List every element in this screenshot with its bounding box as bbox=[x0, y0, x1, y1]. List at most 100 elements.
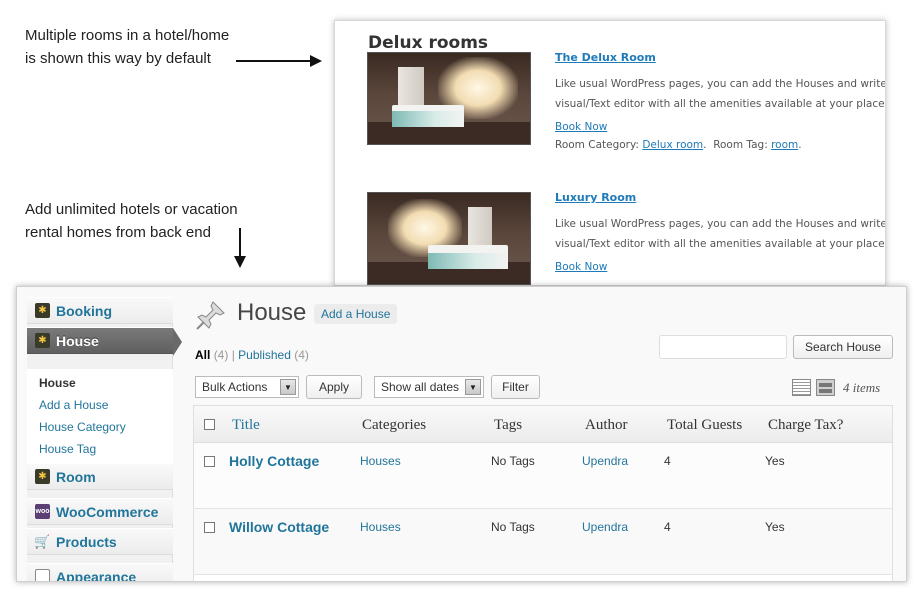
page-title: House bbox=[237, 299, 307, 326]
annotation-line: is shown this way by default bbox=[25, 50, 211, 67]
search-input[interactable] bbox=[659, 335, 787, 359]
sidebar-item-label: House bbox=[56, 332, 99, 349]
add-house-button[interactable]: Add a House bbox=[314, 304, 398, 324]
bulk-actions-select[interactable]: Bulk Actions ▼ bbox=[195, 376, 299, 398]
submenu-item-add-house[interactable]: Add a House bbox=[27, 394, 173, 416]
room-meta: Room Category: Delux room. Room Tag: roo… bbox=[555, 139, 802, 151]
column-categories: Categories bbox=[362, 417, 427, 433]
annotation-line: rental homes from back end bbox=[25, 224, 211, 241]
cart-icon: 🛒 bbox=[34, 533, 51, 549]
row-tags: No Tags bbox=[491, 520, 535, 534]
room-description-line: visual/Text editor with all the amenitie… bbox=[555, 98, 886, 110]
table-row: Willow Cottage Houses No Tags Upendra 4 … bbox=[194, 509, 892, 575]
room-description-line: visual/Text editor with all the amenitie… bbox=[555, 238, 886, 250]
row-category-link[interactable]: Houses bbox=[360, 520, 401, 534]
sidebar-item-label: Products bbox=[56, 533, 117, 550]
date-filter-select[interactable]: Show all dates ▼ bbox=[374, 376, 484, 398]
sidebar-item-house[interactable]: ✱ House bbox=[27, 327, 182, 356]
post-status-filter: All (4) | Published (4) bbox=[195, 348, 309, 362]
down-arrow-icon bbox=[234, 228, 246, 268]
date-filter-value: Show all dates bbox=[381, 380, 460, 394]
admin-sidebar: ✱ Booking ✱ House House Add a House Hous… bbox=[27, 297, 182, 582]
booking-icon: ✱ bbox=[35, 303, 50, 318]
row-total-guests: 4 bbox=[664, 520, 671, 534]
delux-room-image bbox=[367, 52, 531, 145]
luxury-room-image bbox=[367, 192, 531, 285]
view-published-link[interactable]: Published bbox=[238, 348, 291, 362]
woocommerce-icon: woo bbox=[35, 504, 50, 519]
book-now-link[interactable]: Book Now bbox=[555, 121, 885, 133]
room-tag-label: Room Tag: bbox=[713, 139, 768, 151]
row-title-link[interactable]: Willow Cottage bbox=[229, 519, 329, 535]
submenu-item-house-category[interactable]: House Category bbox=[27, 416, 173, 438]
column-total-guests: Total Guests bbox=[667, 417, 743, 433]
sidebar-item-appearance[interactable]: Appearance bbox=[27, 563, 173, 582]
room-description-line: Like usual WordPress pages, you can add … bbox=[555, 218, 886, 230]
view-all-link[interactable]: All bbox=[195, 348, 210, 362]
sidebar-item-woocommerce[interactable]: woo WooCommerce bbox=[27, 498, 173, 525]
preview-heading: Delux rooms bbox=[368, 33, 489, 53]
chevron-down-icon: ▼ bbox=[280, 379, 296, 395]
house-submenu: House Add a House House Category House T… bbox=[27, 369, 173, 465]
room-icon: ✱ bbox=[35, 469, 50, 484]
view-all-count: (4) bbox=[213, 348, 229, 362]
list-view-icon[interactable] bbox=[792, 379, 811, 396]
delux-room-details: The Delux Room Like usual WordPress page… bbox=[555, 51, 885, 151]
search-house-button[interactable]: Search House bbox=[793, 335, 893, 359]
select-all-checkbox[interactable] bbox=[204, 419, 215, 430]
chevron-down-icon: ▼ bbox=[465, 379, 481, 395]
apply-button[interactable]: Apply bbox=[306, 375, 362, 399]
column-author: Author bbox=[585, 417, 628, 433]
filter-button[interactable]: Filter bbox=[491, 375, 540, 399]
row-total-guests: 4 bbox=[664, 454, 671, 468]
sidebar-item-label: Appearance bbox=[56, 568, 137, 582]
book-now-link[interactable]: Book Now bbox=[555, 261, 885, 273]
houses-table: Title Categories Tags Author Total Guest… bbox=[193, 405, 893, 581]
row-checkbox[interactable] bbox=[204, 522, 215, 533]
row-title-link[interactable]: Holly Cottage bbox=[229, 453, 319, 469]
submenu-item-house-tag[interactable]: House Tag bbox=[27, 438, 173, 460]
table-row: Holly Cottage Houses No Tags Upendra 4 Y… bbox=[194, 443, 892, 509]
room-description: Like usual WordPress pages, you can add … bbox=[555, 74, 885, 114]
row-tags: No Tags bbox=[491, 454, 535, 468]
house-icon: ✱ bbox=[35, 333, 50, 348]
main-content: House Add a House All (4) | Published (4… bbox=[193, 287, 906, 581]
column-title[interactable]: Title bbox=[232, 417, 260, 434]
row-charge-tax: Yes bbox=[765, 520, 785, 534]
room-tag-link[interactable]: room bbox=[771, 139, 798, 151]
sidebar-item-label: WooCommerce bbox=[56, 503, 159, 520]
sidebar-item-label: Room bbox=[56, 468, 96, 485]
frontend-preview: Delux rooms The Delux Room Like usual Wo… bbox=[334, 20, 886, 286]
appearance-icon bbox=[35, 569, 50, 581]
row-category-link[interactable]: Houses bbox=[360, 454, 401, 468]
column-tags: Tags bbox=[494, 417, 523, 433]
room-category-label: Room Category: bbox=[555, 139, 639, 151]
room-description: Like usual WordPress pages, you can add … bbox=[555, 214, 885, 254]
sidebar-item-booking[interactable]: ✱ Booking bbox=[27, 297, 173, 324]
annotation-line: Add unlimited hotels or vacation bbox=[25, 201, 238, 218]
table-header: Title Categories Tags Author Total Guest… bbox=[194, 406, 892, 443]
luxury-room-details: Luxury Room Like usual WordPress pages, … bbox=[555, 191, 885, 279]
room-category-link[interactable]: Delux room bbox=[642, 139, 703, 151]
admin-panel: ✱ Booking ✱ House House Add a House Hous… bbox=[16, 286, 907, 582]
items-count: 4 items bbox=[843, 380, 881, 395]
annotation-line: Multiple rooms in a hotel/home bbox=[25, 27, 230, 44]
bulk-actions-value: Bulk Actions bbox=[202, 380, 268, 394]
view-published-count: (4) bbox=[294, 348, 309, 362]
annotation-default-display: Multiple rooms in a hotel/home is shown … bbox=[25, 24, 229, 70]
room-description-line: Like usual WordPress pages, you can add … bbox=[555, 78, 886, 90]
row-author-link[interactable]: Upendra bbox=[582, 520, 628, 534]
row-checkbox[interactable] bbox=[204, 456, 215, 467]
pushpin-icon bbox=[196, 301, 225, 330]
sidebar-item-products[interactable]: 🛒 Products bbox=[27, 528, 173, 555]
right-arrow-icon bbox=[236, 55, 322, 67]
room-title-link[interactable]: Luxury Room bbox=[555, 191, 885, 204]
column-charge-tax: Charge Tax? bbox=[768, 417, 844, 433]
submenu-item-house[interactable]: House bbox=[27, 372, 173, 394]
room-title-link[interactable]: The Delux Room bbox=[555, 51, 885, 64]
row-charge-tax: Yes bbox=[765, 454, 785, 468]
sidebar-item-room[interactable]: ✱ Room bbox=[27, 463, 173, 490]
row-author-link[interactable]: Upendra bbox=[582, 454, 628, 468]
excerpt-view-icon[interactable] bbox=[816, 379, 835, 396]
sidebar-item-label: Booking bbox=[56, 302, 112, 319]
